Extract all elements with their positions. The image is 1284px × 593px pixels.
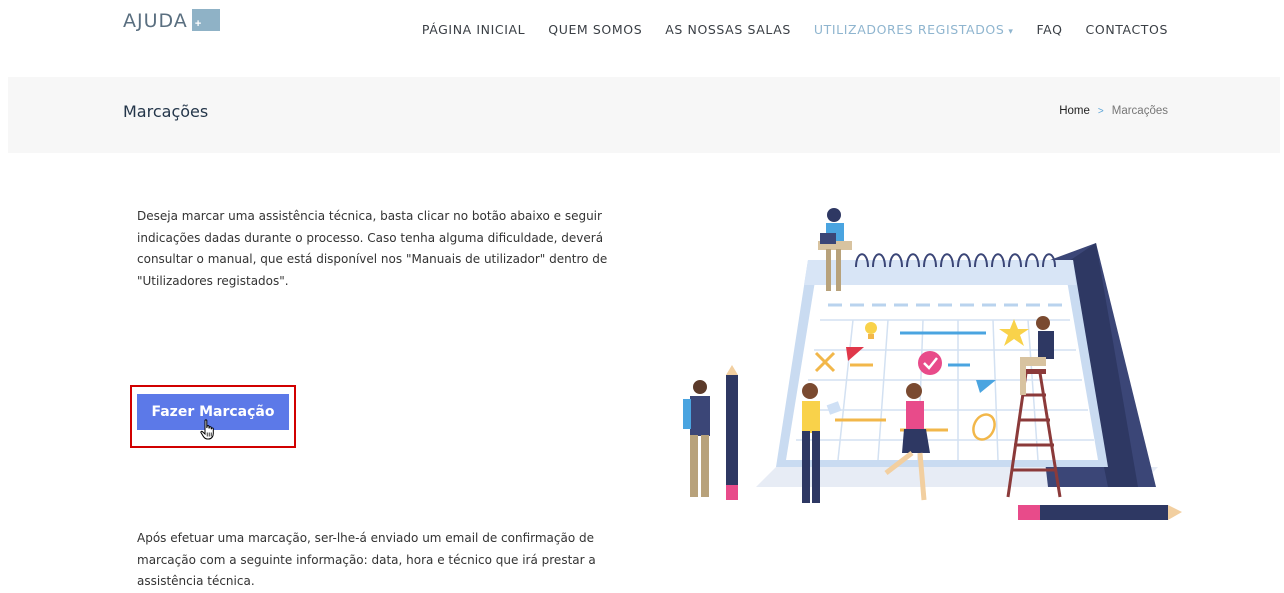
nav-item-pagina-inicial[interactable]: PÁGINA INICIAL xyxy=(422,22,525,40)
logo-plus-icon: + xyxy=(191,9,220,31)
breadcrumb-home-link[interactable]: Home xyxy=(1059,105,1090,117)
calendar-illustration xyxy=(683,208,1182,520)
breadcrumb-current: Marcações xyxy=(1111,105,1168,117)
main-nav: PÁGINA INICIAL QUEM SOMOS AS NOSSAS SALA… xyxy=(399,22,1168,40)
outro-text: Após efetuar uma marcação, ser-lhe-á env… xyxy=(137,531,596,588)
nav-item-faq[interactable]: FAQ xyxy=(1037,22,1063,40)
logo-text: AJUDA xyxy=(123,10,188,32)
site-header: AJUDA + PÁGINA INICIAL QUEM SOMOS AS NOS… xyxy=(0,0,1284,76)
breadcrumb-separator-icon: > xyxy=(1097,105,1104,117)
page-title-bar: Marcações Home > Marcações xyxy=(8,77,1280,153)
nav-item-contactos[interactable]: CONTACTOS xyxy=(1086,22,1168,40)
nav-item-as-nossas-salas[interactable]: AS NOSSAS SALAS xyxy=(665,22,791,40)
nav-item-utilizadores-registados[interactable]: UTILIZADORES REGISTADOS ▾ xyxy=(814,22,1014,40)
nav-item-label: UTILIZADORES REGISTADOS xyxy=(813,22,1005,37)
hand-pointer-icon xyxy=(200,419,214,440)
site-logo[interactable]: AJUDA + xyxy=(123,9,220,32)
page-title: Marcações xyxy=(123,102,209,121)
intro-text: Deseja marcar uma assistência técnica, b… xyxy=(137,209,608,288)
chevron-down-icon: ▾ xyxy=(1008,27,1014,37)
nav-item-quem-somos[interactable]: QUEM SOMOS xyxy=(548,22,642,40)
breadcrumb: Home > Marcações xyxy=(1059,105,1168,117)
